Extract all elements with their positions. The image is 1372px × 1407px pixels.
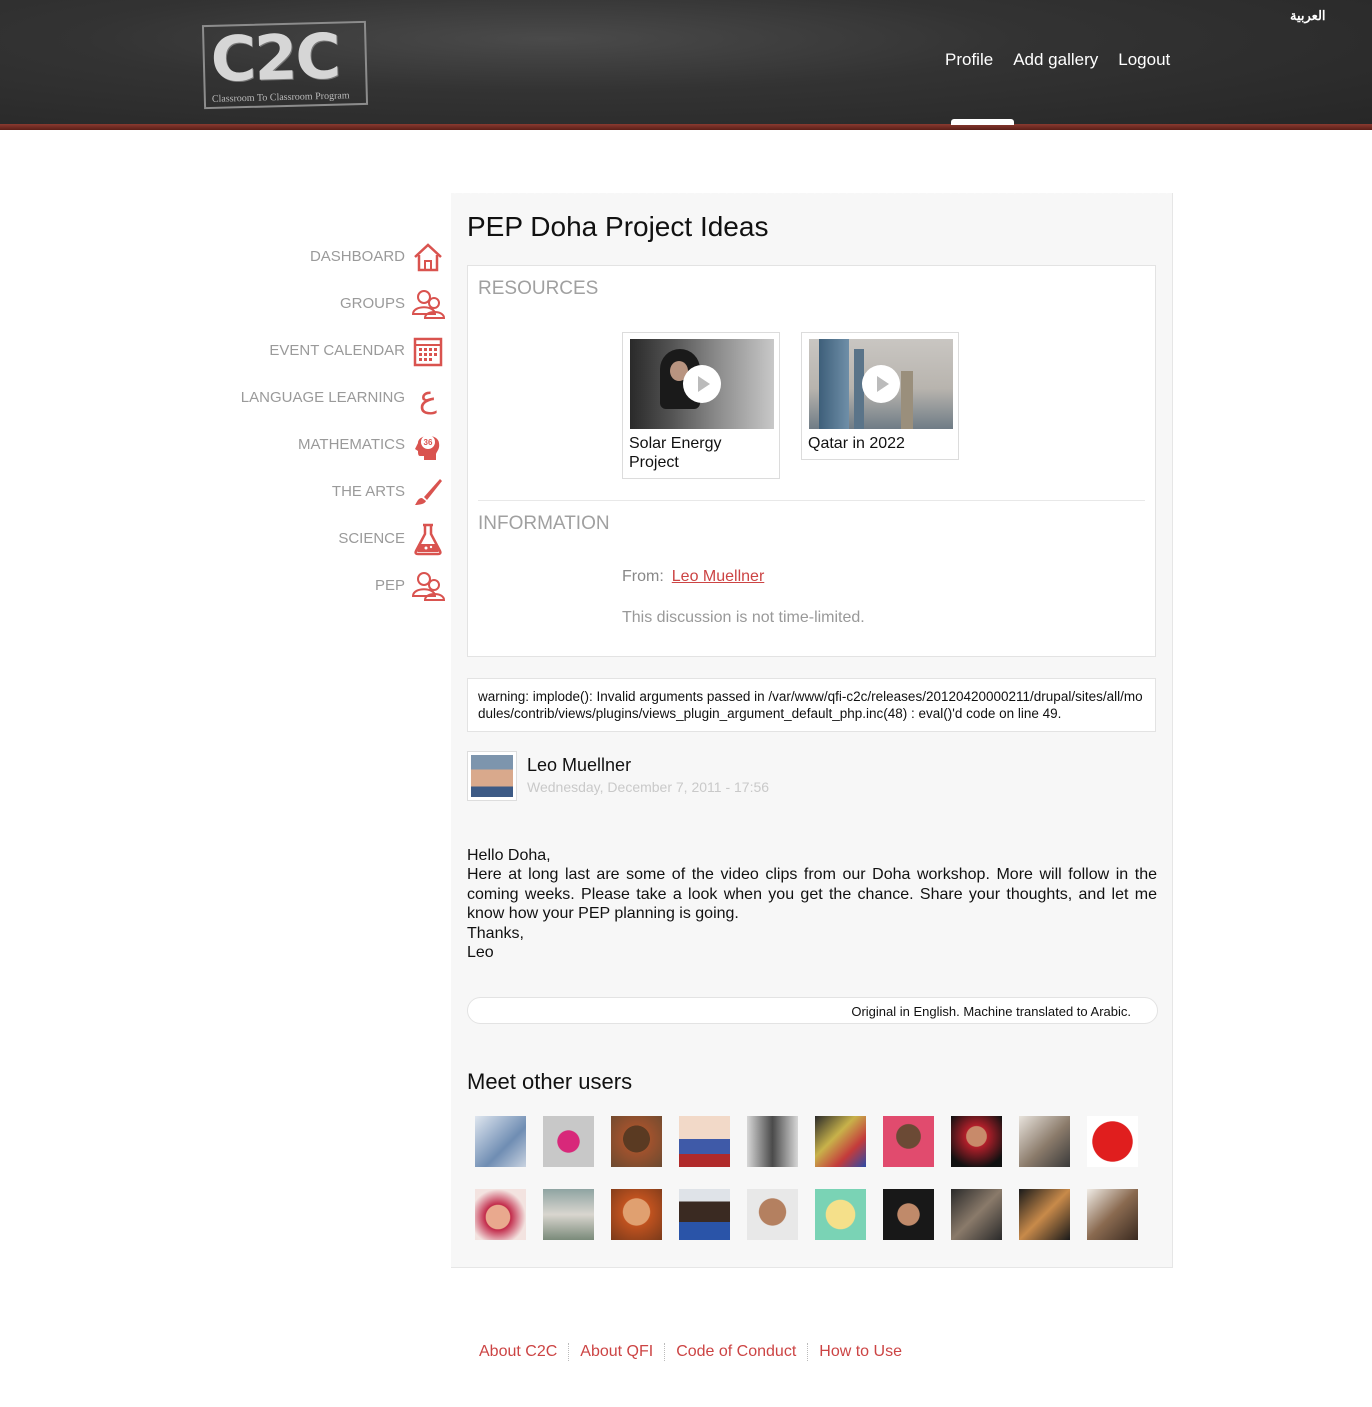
- user-avatar[interactable]: [747, 1189, 798, 1240]
- information-heading: INFORMATION: [478, 513, 610, 534]
- user-avatar[interactable]: [1019, 1116, 1070, 1167]
- author-profile-link[interactable]: Leo Muellner: [672, 568, 765, 585]
- site-header: C2C Classroom To Classroom Program العرب…: [0, 0, 1372, 130]
- nav-add-gallery-link[interactable]: Add gallery: [1013, 50, 1098, 70]
- resource-video-qatar-2022[interactable]: Qatar in 2022: [801, 332, 959, 460]
- sidebar-item-label: THE ARTS: [331, 483, 405, 500]
- head-36-icon: 36: [411, 428, 445, 462]
- user-avatar[interactable]: [1019, 1189, 1070, 1240]
- translation-note: Original in English. Machine translated …: [467, 997, 1158, 1024]
- sidebar-item-dashboard[interactable]: DASHBOARD: [200, 233, 445, 280]
- user-avatar[interactable]: [951, 1116, 1002, 1167]
- user-avatar[interactable]: [815, 1116, 866, 1167]
- sidebar-item-language-learning[interactable]: LANGUAGE LEARNING ع: [200, 374, 445, 421]
- users-icon: [411, 569, 445, 603]
- sidebar-item-mathematics[interactable]: MATHEMATICS 36: [200, 421, 445, 468]
- play-icon: [862, 365, 900, 403]
- message-line: Hello Doha,: [467, 847, 551, 864]
- meet-users-heading: Meet other users: [467, 1069, 633, 1094]
- user-avatar[interactable]: [611, 1116, 662, 1167]
- active-nav-indicator: [951, 119, 1014, 125]
- from-label: From:: [622, 568, 664, 585]
- resource-caption: Qatar in 2022: [808, 435, 905, 452]
- logo-subtitle: Classroom To Classroom Program: [211, 90, 350, 105]
- resource-caption: Solar Energy Project: [629, 435, 722, 471]
- top-navigation: Profile Add gallery Logout: [945, 50, 1170, 70]
- post-message: Hello Doha, Here at long last are some o…: [467, 846, 1157, 962]
- user-avatar[interactable]: [951, 1189, 1002, 1240]
- from-row: From: Leo Muellner: [622, 568, 764, 586]
- sidebar-item-label: DASHBOARD: [309, 248, 405, 265]
- main-content: PEP Doha Project Ideas RESOURCES Solar E…: [451, 190, 1173, 1268]
- footer-how-to-use-link[interactable]: How to Use: [807, 1343, 913, 1361]
- user-avatar[interactable]: [543, 1116, 594, 1167]
- users-grid: [475, 1116, 1155, 1240]
- sidebar-item-label: SCIENCE: [338, 530, 405, 547]
- user-avatar[interactable]: [1087, 1116, 1138, 1167]
- sidebar-item-event-calendar[interactable]: EVENT CALENDAR: [200, 327, 445, 374]
- user-avatar[interactable]: [883, 1189, 934, 1240]
- user-avatar[interactable]: [543, 1189, 594, 1240]
- user-avatar[interactable]: [747, 1116, 798, 1167]
- user-avatar[interactable]: [475, 1116, 526, 1167]
- php-warning-message: warning: implode(): Invalid arguments pa…: [467, 678, 1156, 732]
- sidebar-item-the-arts[interactable]: THE ARTS: [200, 468, 445, 515]
- nav-profile-link[interactable]: Profile: [945, 50, 993, 70]
- message-line: Here at long last are some of the video …: [467, 866, 1157, 923]
- message-line: Leo: [467, 944, 494, 962]
- sidebar-item-label: GROUPS: [339, 295, 405, 312]
- footer-about-qfi-link[interactable]: About QFI: [568, 1343, 664, 1361]
- footer-about-c2c-link[interactable]: About C2C: [468, 1343, 568, 1361]
- page-title: PEP Doha Project Ideas: [467, 211, 769, 242]
- sidebar: DASHBOARD GROUPS EVENT CALENDAR LANGUAGE…: [200, 233, 445, 609]
- video-thumbnail: [630, 339, 774, 429]
- user-avatar[interactable]: [883, 1116, 934, 1167]
- sidebar-item-pep[interactable]: PEP: [200, 562, 445, 609]
- footer-code-of-conduct-link[interactable]: Code of Conduct: [664, 1343, 807, 1361]
- sidebar-item-label: LANGUAGE LEARNING: [240, 389, 405, 406]
- time-limit-note: This discussion is not time-limited.: [622, 609, 865, 626]
- c2c-logo[interactable]: C2C Classroom To Classroom Program: [201, 19, 369, 110]
- arabic-language-link[interactable]: العربية: [1290, 8, 1326, 24]
- post-date: Wednesday, December 7, 2011 - 17:56: [527, 779, 770, 795]
- svg-text:36: 36: [424, 438, 433, 447]
- section-divider: [478, 500, 1145, 501]
- sidebar-item-label: MATHEMATICS: [298, 436, 405, 453]
- site-footer: About C2C About QFI Code of Conduct How …: [468, 1343, 913, 1361]
- message-line: Thanks,: [467, 924, 524, 942]
- play-icon: [683, 365, 721, 403]
- post-author-name[interactable]: Leo Muellner: [527, 755, 631, 776]
- users-icon: [411, 287, 445, 321]
- discussion-info-box: RESOURCES Solar Energy Project Qatar in …: [467, 265, 1156, 657]
- sidebar-item-label: PEP: [374, 577, 405, 594]
- user-avatar[interactable]: [1087, 1189, 1138, 1240]
- author-avatar[interactable]: [467, 751, 517, 801]
- calendar-icon: [411, 334, 445, 368]
- flask-icon: [411, 522, 445, 556]
- user-avatar[interactable]: [611, 1189, 662, 1240]
- user-avatar[interactable]: [475, 1189, 526, 1240]
- home-icon: [411, 240, 445, 274]
- arabic-letter-icon: ع: [419, 380, 437, 415]
- resource-video-solar-energy[interactable]: Solar Energy Project: [622, 332, 780, 479]
- user-avatar[interactable]: [679, 1189, 730, 1240]
- sidebar-item-groups[interactable]: GROUPS: [200, 280, 445, 327]
- user-avatar[interactable]: [679, 1116, 730, 1167]
- brush-icon: [411, 475, 445, 509]
- sidebar-item-label: EVENT CALENDAR: [269, 342, 405, 359]
- sidebar-item-science[interactable]: SCIENCE: [200, 515, 445, 562]
- resources-heading: RESOURCES: [478, 278, 599, 299]
- logo-mark: C2C: [209, 19, 340, 96]
- nav-logout-link[interactable]: Logout: [1118, 50, 1170, 70]
- video-thumbnail: [809, 339, 953, 429]
- user-avatar[interactable]: [815, 1189, 866, 1240]
